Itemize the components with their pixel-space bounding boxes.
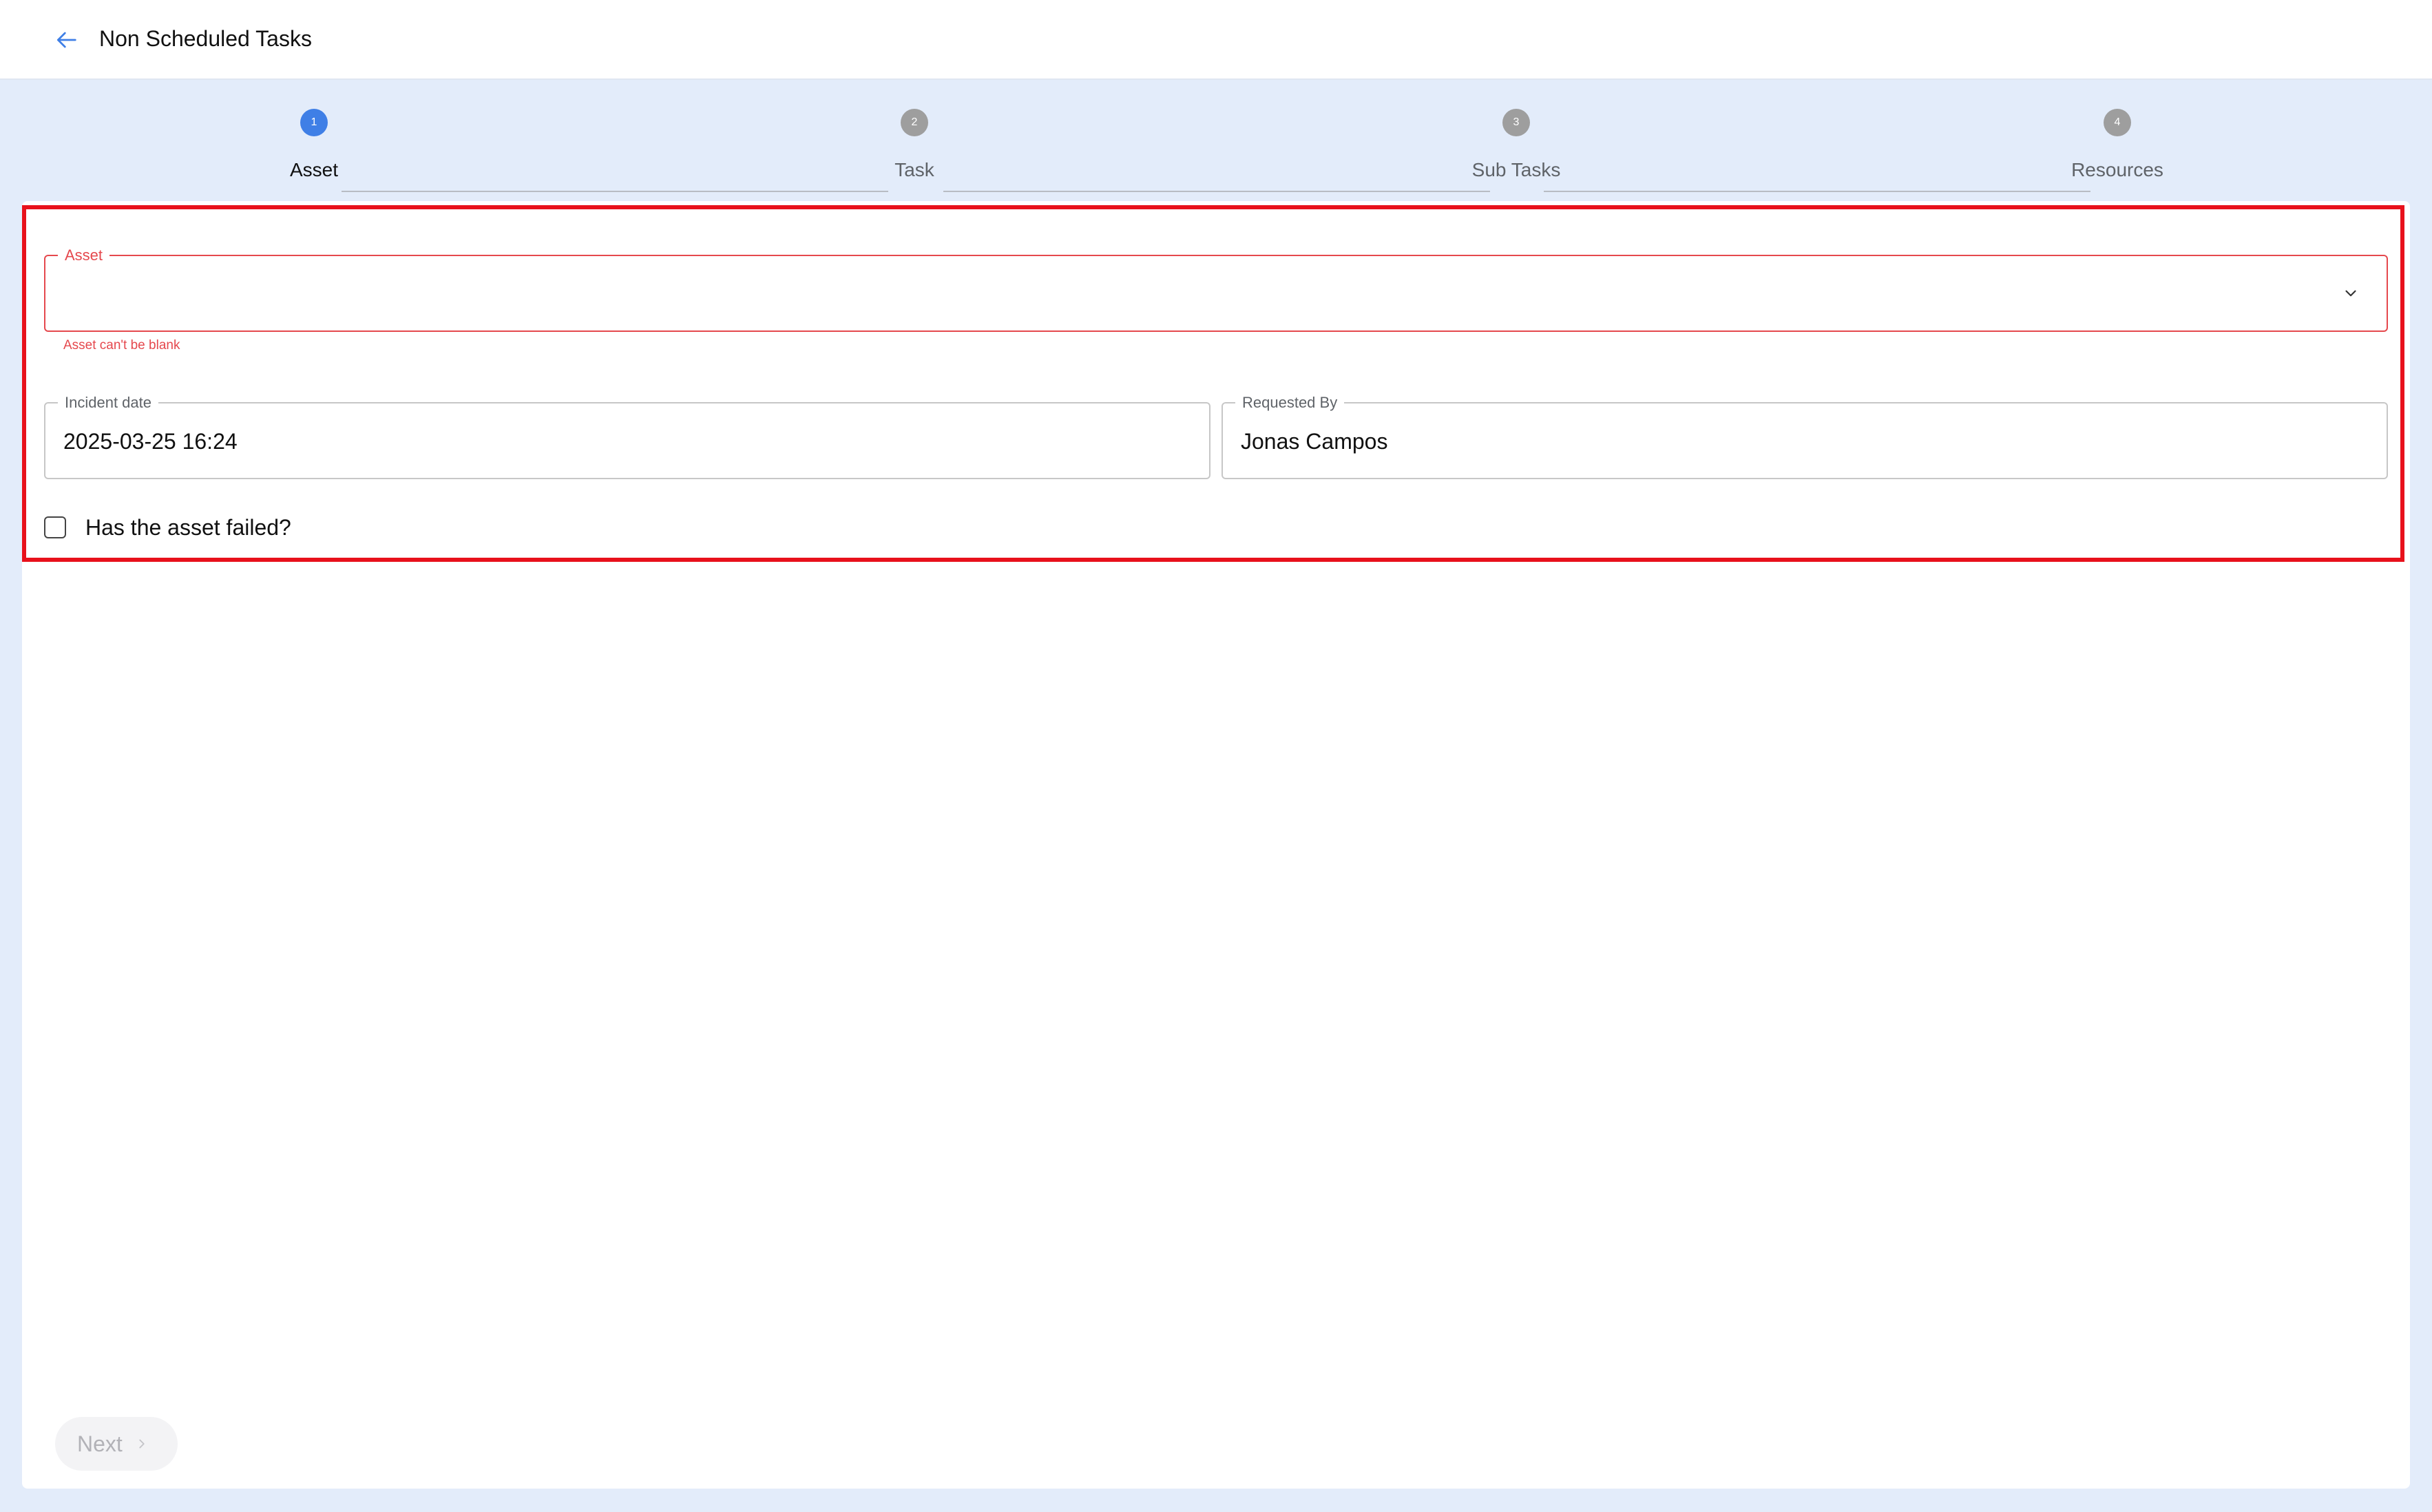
requested-by-field[interactable]: Requested By Jonas Campos — [1222, 394, 2388, 479]
form-card — [22, 201, 2410, 1489]
step-number-badge: 1 — [300, 109, 328, 136]
next-button[interactable]: Next — [55, 1417, 178, 1471]
back-button[interactable] — [48, 22, 84, 58]
next-button-label: Next — [77, 1431, 123, 1456]
chevron-down-icon[interactable] — [2340, 282, 2362, 304]
step-sub-tasks[interactable]: 3 Sub Tasks — [1413, 95, 1619, 180]
step-connector — [943, 191, 1490, 192]
step-label: Resources — [2071, 159, 2163, 180]
asset-select[interactable]: Asset — [44, 246, 2388, 332]
step-connector — [342, 191, 888, 192]
step-number-badge: 2 — [901, 109, 928, 136]
step-number-badge: 4 — [2104, 109, 2131, 136]
page-title: Non Scheduled Tasks — [99, 26, 312, 51]
step-label: Asset — [289, 159, 339, 180]
step-resources[interactable]: 4 Resources — [2014, 95, 2221, 180]
incident-date-field[interactable]: Incident date 2025-03-25 16:24 — [44, 394, 1210, 479]
step-connector — [1544, 191, 2090, 192]
asset-failed-checkbox-row[interactable]: Has the asset failed? — [44, 514, 291, 541]
step-label: Task — [894, 159, 934, 180]
arrow-left-icon — [57, 32, 76, 48]
stepper: 1 Asset 2 Task 3 Sub Tasks 4 Resources — [0, 80, 2432, 192]
asset-failed-checkbox[interactable] — [44, 516, 66, 538]
step-asset[interactable]: 1 Asset — [211, 95, 417, 180]
requested-by-label: Requested By — [1235, 394, 1345, 412]
asset-failed-label: Has the asset failed? — [85, 515, 291, 540]
step-number-badge: 3 — [1502, 109, 1530, 136]
step-label: Sub Tasks — [1471, 159, 1561, 180]
app-header: Non Scheduled Tasks — [0, 0, 2432, 80]
chevron-right-icon — [134, 1436, 150, 1452]
asset-field-label: Asset — [58, 246, 110, 264]
asset-error-message: Asset can't be blank — [63, 338, 180, 353]
step-task[interactable]: 2 Task — [811, 95, 1018, 180]
requested-by-value: Jonas Campos — [1241, 429, 1388, 454]
incident-date-label: Incident date — [58, 394, 158, 412]
incident-date-value: 2025-03-25 16:24 — [63, 429, 238, 454]
